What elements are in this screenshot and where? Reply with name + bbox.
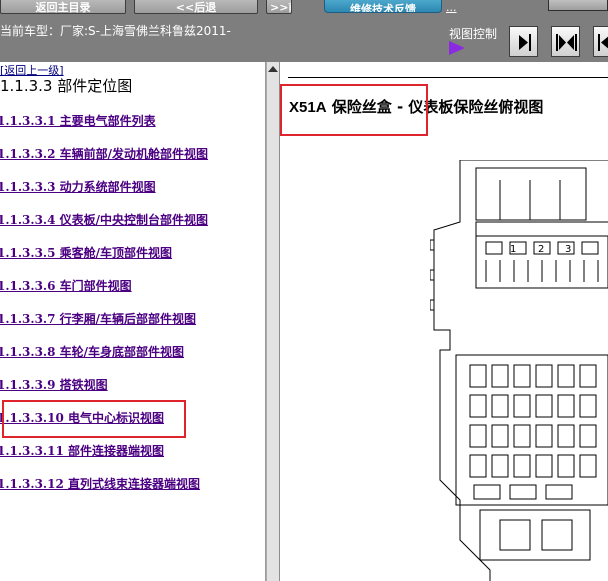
home-button[interactable]: 返回主目录 xyxy=(0,0,126,14)
view-control-arrow-icon xyxy=(449,41,465,55)
forward-button[interactable]: >>前进 xyxy=(266,0,292,14)
nav-link-powertrain[interactable]: 1.1.3.3.3 动力系统部件视图 xyxy=(0,178,156,195)
nav-link-trunk-rear[interactable]: 1.1.3.3.7 行李厢/车辆后部部件视图 xyxy=(0,310,196,327)
last-page-icon xyxy=(598,34,608,51)
nav-link-wheels-underbody[interactable]: 1.1.3.3.8 车轮/车身底部部件视图 xyxy=(0,343,184,360)
fit-width-icon xyxy=(556,34,577,51)
nav-link-instrument-panel[interactable]: 1.1.3.3.4 仪表板/中央控制台部件视图 xyxy=(0,211,208,228)
slot-label-2: 2 xyxy=(538,244,544,255)
nav-link-passenger-roof[interactable]: 1.1.3.3.5 乘客舱/车顶部件视图 xyxy=(0,244,172,261)
lower-housing xyxy=(479,509,591,561)
title-highlight xyxy=(280,84,428,136)
view-control-label: 视图控制 xyxy=(449,27,498,41)
collapse-up-icon[interactable] xyxy=(268,66,278,72)
pane-splitter[interactable] xyxy=(266,62,280,581)
selected-item-highlight xyxy=(2,400,186,438)
slot-label-1: 1 xyxy=(510,244,516,255)
slot-label-3: 3 xyxy=(565,244,571,255)
top-toolbar: 返回主目录 <<后退 >>前进 维修技术反馈 ... 当前车型：厂家:S-上海雪… xyxy=(0,0,608,62)
next-page-icon xyxy=(519,34,531,51)
tech-feedback-link[interactable]: ... xyxy=(446,1,457,14)
toolbar-extra-button[interactable] xyxy=(548,0,608,11)
nav-link-main-parts-list[interactable]: 1.1.3.3.1 主要电气部件列表 xyxy=(0,112,156,129)
nav-link-inline-harness[interactable]: 1.1.3.3.12 直列式线束连接器端视图 xyxy=(0,475,200,492)
content-top-rule xyxy=(288,77,608,78)
navigation-pane: [返回上一级] 1.1.3.3 部件定位图 1.1.3.3.1 主要电气部件列表… xyxy=(0,62,266,581)
current-model-label: 当前车型：厂家:S-上海雪佛兰科鲁兹2011- xyxy=(0,24,231,38)
fuse-box-diagram: 1 2 3 xyxy=(430,160,608,581)
view-fit-button[interactable] xyxy=(551,26,580,57)
content-pane: X51A 保险丝盒 - 仪表板保险丝俯视图 1 2 3 xyxy=(280,62,608,581)
section-title: 1.1.3.3 部件定位图 xyxy=(0,77,133,95)
tech-feedback-button[interactable]: 维修技术反馈 xyxy=(324,0,442,13)
nav-link-ground[interactable]: 1.1.3.3.9 搭铁视图 xyxy=(0,376,108,393)
nav-link-front-engine-bay[interactable]: 1.1.3.3.2 车辆前部/发动机舱部件视图 xyxy=(0,145,208,162)
fuse-grid xyxy=(455,354,608,506)
relay-area-top xyxy=(475,167,587,221)
nav-link-doors[interactable]: 1.1.3.3.6 车门部件视图 xyxy=(0,277,132,294)
fuse-box-outline xyxy=(433,160,608,581)
view-next-button[interactable] xyxy=(509,26,538,57)
view-last-button[interactable] xyxy=(593,26,608,57)
nav-link-connector-end[interactable]: 1.1.3.3.11 部件连接器端视图 xyxy=(0,442,164,459)
back-button[interactable]: <<后退 xyxy=(134,0,258,14)
